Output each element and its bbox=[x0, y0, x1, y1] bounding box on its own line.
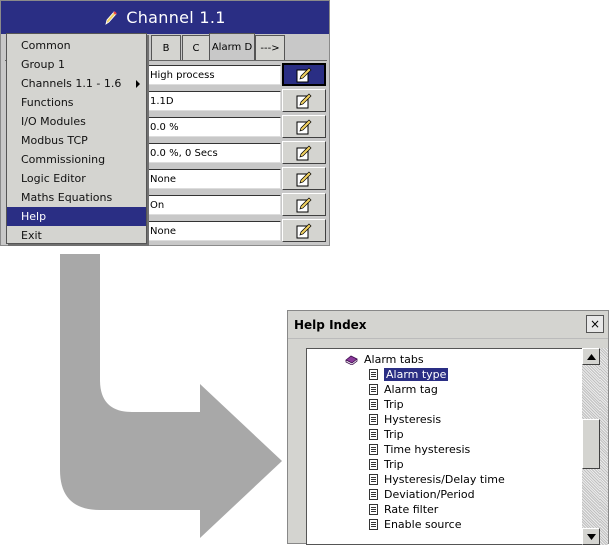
menu-item-maths-equations[interactable]: Maths Equations bbox=[7, 188, 146, 207]
list-item[interactable]: Rate filter bbox=[369, 502, 438, 517]
edit-pencil-icon bbox=[296, 119, 312, 134]
help-topic-list[interactable]: Alarm tabs Alarm type Alarm tag Trip Hys… bbox=[306, 348, 607, 545]
submenu-arrow-icon bbox=[136, 80, 140, 88]
list-item[interactable]: Alarm tabs bbox=[345, 352, 424, 367]
arrow-up-icon bbox=[586, 353, 596, 360]
menu-item-commissioning[interactable]: Commissioning bbox=[7, 150, 146, 169]
help-title: Help Index bbox=[294, 317, 367, 332]
doc-icon bbox=[369, 474, 378, 485]
help-title-bar: Help Index bbox=[288, 311, 608, 339]
doc-icon bbox=[369, 489, 378, 500]
scroll-thumb[interactable] bbox=[582, 419, 600, 469]
edit-pencil-icon bbox=[296, 223, 312, 238]
edit-button[interactable] bbox=[282, 141, 326, 164]
scroll-up-button[interactable] bbox=[582, 348, 600, 365]
arrow-down-icon bbox=[586, 533, 596, 540]
list-item[interactable]: Hysteresis/Delay time bbox=[369, 472, 505, 487]
list-item[interactable]: Time hysteresis bbox=[369, 442, 470, 457]
action-field[interactable]: None bbox=[147, 221, 281, 241]
window-edge bbox=[600, 348, 608, 545]
tab-alarm-d[interactable]: Alarm D bbox=[209, 33, 255, 61]
tab-next[interactable]: ---> bbox=[255, 35, 285, 61]
menu-item-help[interactable]: Help bbox=[7, 207, 146, 226]
doc-icon bbox=[369, 504, 378, 515]
doc-icon bbox=[369, 369, 378, 380]
doc-icon bbox=[369, 399, 378, 410]
edit-pencil-icon bbox=[296, 93, 312, 108]
list-item[interactable]: Hysteresis bbox=[369, 412, 441, 427]
edit-button[interactable] bbox=[282, 219, 326, 242]
list-item[interactable]: Deviation/Period bbox=[369, 487, 475, 502]
edit-pencil-icon bbox=[296, 145, 312, 160]
menu-item-io-modules[interactable]: I/O Modules bbox=[7, 112, 146, 131]
pen-icon bbox=[105, 10, 117, 25]
list-item[interactable]: Enable source bbox=[369, 517, 462, 532]
alarm-type-field[interactable]: High process bbox=[147, 65, 281, 85]
doc-icon bbox=[369, 414, 378, 425]
edit-button[interactable] bbox=[282, 167, 326, 190]
edit-button[interactable] bbox=[282, 193, 326, 216]
doc-icon bbox=[369, 429, 378, 440]
main-menu: Common Group 1 Channels 1.1 - 1.6 Functi… bbox=[6, 33, 147, 244]
close-button[interactable]: × bbox=[586, 315, 604, 333]
tab-c[interactable]: C bbox=[182, 35, 210, 61]
tab-b[interactable]: B bbox=[151, 35, 181, 61]
menu-item-logic-editor[interactable]: Logic Editor bbox=[7, 169, 146, 188]
close-icon: × bbox=[589, 317, 601, 331]
edit-pencil-icon bbox=[296, 67, 312, 82]
edit-button[interactable] bbox=[282, 115, 326, 138]
menu-item-functions[interactable]: Functions bbox=[7, 93, 146, 112]
source-field[interactable]: None bbox=[147, 169, 281, 189]
menu-item-exit[interactable]: Exit bbox=[7, 226, 146, 245]
edit-pencil-icon bbox=[296, 197, 312, 212]
hysteresis-field[interactable]: 0.0 %, 0 Secs bbox=[147, 143, 281, 163]
book-icon bbox=[345, 355, 358, 365]
vertical-scrollbar[interactable] bbox=[582, 348, 600, 545]
list-item[interactable]: Trip bbox=[369, 397, 404, 412]
list-item[interactable]: Trip bbox=[369, 427, 404, 442]
doc-icon bbox=[369, 384, 378, 395]
enable-field[interactable]: On bbox=[147, 195, 281, 215]
edit-button[interactable] bbox=[282, 89, 326, 112]
list-item[interactable]: Alarm type bbox=[369, 367, 449, 382]
menu-item-modbus-tcp[interactable]: Modbus TCP bbox=[7, 131, 146, 150]
list-item[interactable]: Trip bbox=[369, 457, 404, 472]
alarm-tag-field[interactable]: 1.1D bbox=[147, 91, 281, 111]
list-item[interactable]: Alarm tag bbox=[369, 382, 438, 397]
menu-item-common[interactable]: Common bbox=[7, 36, 146, 55]
scroll-down-button[interactable] bbox=[582, 528, 600, 545]
doc-icon bbox=[369, 519, 378, 530]
channel-title: Channel 1.1 bbox=[126, 8, 226, 27]
edit-button[interactable] bbox=[282, 63, 326, 86]
help-index-window: Help Index × Alarm tabs Alarm type Alarm… bbox=[287, 310, 609, 545]
trip-field[interactable]: 0.0 % bbox=[147, 117, 281, 137]
edit-pencil-icon bbox=[296, 171, 312, 186]
menu-item-group[interactable]: Group 1 bbox=[7, 55, 146, 74]
doc-icon bbox=[369, 459, 378, 470]
menu-item-channels[interactable]: Channels 1.1 - 1.6 bbox=[7, 74, 146, 93]
channel-title-bar: Channel 1.1 bbox=[1, 1, 329, 34]
doc-icon bbox=[369, 444, 378, 455]
